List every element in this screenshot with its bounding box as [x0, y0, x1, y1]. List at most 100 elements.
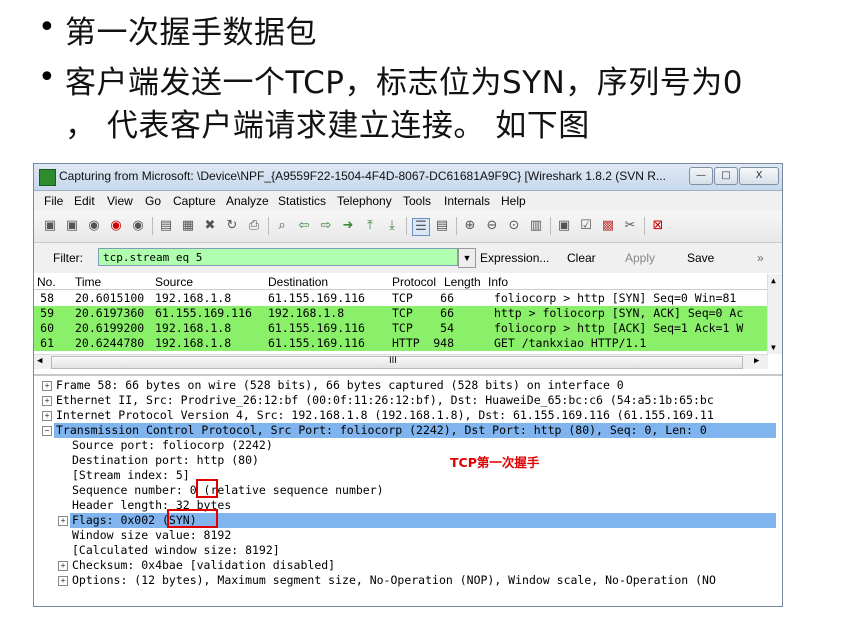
- save-button[interactable]: Save: [687, 251, 714, 265]
- detail-row[interactable]: − Transmission Control Protocol, Src Port…: [42, 423, 776, 438]
- menu-internals[interactable]: Internals: [444, 194, 490, 208]
- bullet-2-line-2: ， 代表客户端请求建立连接。 如下图: [65, 108, 590, 144]
- menu-view[interactable]: View: [107, 194, 133, 208]
- detail-row[interactable]: Header length: 32 bytes: [34, 498, 782, 513]
- packet-list-header: No. Time Source Destination Protocol Len…: [34, 274, 768, 290]
- column-no[interactable]: No.: [37, 275, 56, 289]
- normal-size-icon[interactable]: ⊙: [506, 218, 522, 234]
- menu-go[interactable]: Go: [145, 194, 161, 208]
- menu-file[interactable]: File: [44, 194, 63, 208]
- filter-dropdown-icon[interactable]: ▼: [458, 248, 476, 268]
- packet-cell-info: GET /tankxiao HTTP/1.1: [494, 336, 647, 350]
- packet-row[interactable]: 60 20.6199200 192.168.1.8 61.155.169.116 TCP…: [34, 321, 768, 336]
- capture-filters-icon[interactable]: ▣: [556, 218, 572, 234]
- interfaces-icon[interactable]: ▣: [42, 218, 58, 234]
- filter-input[interactable]: tcp.stream eq 5: [98, 248, 458, 266]
- menu-capture[interactable]: Capture: [173, 194, 216, 208]
- column-source[interactable]: Source: [155, 275, 193, 289]
- open-file-icon[interactable]: ▤: [158, 218, 174, 234]
- packet-row[interactable]: 59 20.6197360 61.155.169.116 192.168.1.8 TCP…: [34, 306, 768, 321]
- packet-cell-no: 61: [40, 336, 54, 350]
- go-to-packet-icon[interactable]: ➜: [340, 218, 356, 234]
- menu-help[interactable]: Help: [501, 194, 526, 208]
- preferences-icon[interactable]: ✂: [622, 218, 638, 234]
- reload-icon[interactable]: ↻: [224, 218, 240, 234]
- scroll-left-icon[interactable]: ◀: [37, 356, 42, 366]
- expand-icon[interactable]: +: [42, 396, 52, 406]
- menu-analyze[interactable]: Analyze: [226, 194, 269, 208]
- apply-button[interactable]: Apply: [625, 251, 655, 265]
- stop-capture-icon[interactable]: ◉: [108, 218, 124, 234]
- packet-cell-time: 20.6197360: [75, 306, 145, 320]
- find-packet-icon[interactable]: ⌕: [274, 218, 290, 234]
- minimize-button[interactable]: —: [689, 167, 713, 185]
- toolbar-separator: [406, 217, 407, 235]
- colorize-icon[interactable]: ☰: [412, 218, 430, 236]
- expand-icon[interactable]: +: [42, 411, 52, 421]
- scroll-right-icon[interactable]: ▶: [754, 356, 759, 366]
- go-forward-icon[interactable]: ⇨: [318, 218, 334, 234]
- zoom-in-icon[interactable]: ⊕: [462, 218, 478, 234]
- column-protocol[interactable]: Protocol: [392, 275, 436, 289]
- restart-capture-icon[interactable]: ◉: [130, 218, 146, 234]
- auto-scroll-icon[interactable]: ▤: [434, 218, 450, 234]
- detail-row[interactable]: Sequence number: 0 (relative sequence nu…: [34, 483, 782, 498]
- column-info[interactable]: Info: [488, 275, 508, 289]
- first-packet-icon[interactable]: ⤒: [362, 218, 378, 234]
- expand-icon[interactable]: +: [58, 576, 68, 586]
- display-filters-icon[interactable]: ☑: [578, 218, 594, 234]
- maximize-button[interactable]: □: [714, 167, 738, 185]
- expand-icon[interactable]: +: [58, 561, 68, 571]
- title-bar[interactable]: Capturing from Microsoft: \Device\NPF_{A…: [34, 164, 782, 191]
- detail-row[interactable]: + Internet Protocol Version 4, Src: 192.1…: [34, 408, 782, 423]
- bullet-1-text: 第一次握手数据包: [65, 15, 317, 51]
- resize-columns-icon[interactable]: ▥: [528, 218, 544, 234]
- detail-row[interactable]: Destination port: http (80): [34, 453, 782, 468]
- clear-button[interactable]: Clear: [567, 251, 596, 265]
- column-length[interactable]: Length: [444, 275, 481, 289]
- scroll-down-icon[interactable]: ▼: [771, 343, 776, 352]
- collapse-icon[interactable]: −: [42, 426, 52, 436]
- detail-row[interactable]: + Options: (12 bytes), Maximum segment si…: [34, 573, 782, 588]
- handshake-annotation: TCP第一次握手: [450, 455, 540, 470]
- packet-cell-proto: HTTP: [392, 336, 420, 350]
- packet-row[interactable]: 61 20.6244780 192.168.1.8 61.155.169.116 HTT…: [34, 336, 768, 351]
- last-packet-icon[interactable]: ⤓: [384, 218, 400, 234]
- detail-text: [Calculated window size: 8192]: [72, 543, 280, 557]
- detail-row[interactable]: + Frame 58: 66 bytes on wire (528 bits), …: [34, 378, 782, 393]
- coloring-rules-icon[interactable]: ▩: [600, 218, 616, 234]
- expand-icon[interactable]: +: [42, 381, 52, 391]
- column-time[interactable]: Time: [75, 275, 101, 289]
- more-chevron-icon[interactable]: »: [757, 251, 764, 265]
- save-file-icon[interactable]: ▦: [180, 218, 196, 234]
- menu-statistics[interactable]: Statistics: [278, 194, 326, 208]
- detail-text: Sequence number: 0 (relative sequence nu…: [72, 483, 384, 497]
- options-icon[interactable]: ▣: [64, 218, 80, 234]
- help-icon[interactable]: ⊠: [650, 218, 666, 234]
- detail-row[interactable]: Source port: foliocorp (2242): [34, 438, 782, 453]
- column-destination[interactable]: Destination: [268, 275, 328, 289]
- zoom-out-icon[interactable]: ⊖: [484, 218, 500, 234]
- close-file-icon[interactable]: ✖: [202, 218, 218, 234]
- go-back-icon[interactable]: ⇦: [296, 218, 312, 234]
- start-capture-icon[interactable]: ◉: [86, 218, 102, 234]
- menu-telephony[interactable]: Telephony: [337, 194, 392, 208]
- close-button[interactable]: X: [739, 167, 779, 185]
- expression-button[interactable]: Expression...: [480, 251, 549, 265]
- detail-row[interactable]: Window size value: 8192: [34, 528, 782, 543]
- menu-tools[interactable]: Tools: [403, 194, 431, 208]
- scroll-up-icon[interactable]: ▲: [771, 276, 776, 285]
- menu-edit[interactable]: Edit: [74, 194, 95, 208]
- detail-row[interactable]: + Checksum: 0x4bae [validation disabled]: [34, 558, 782, 573]
- detail-row[interactable]: + Ethernet II, Src: Prodrive_26:12:bf (00…: [34, 393, 782, 408]
- packet-list-hscrollbar[interactable]: ◀ III ▶: [34, 354, 768, 369]
- expand-icon[interactable]: +: [58, 516, 68, 526]
- packet-row[interactable]: 58 20.6015100 192.168.1.8 61.155.169.116 TCP…: [34, 291, 768, 306]
- print-icon[interactable]: ⎙: [246, 218, 262, 234]
- detail-row[interactable]: [Stream index: 5]: [34, 468, 782, 483]
- packet-cell-dst: 192.168.1.8: [268, 306, 345, 320]
- packet-list-vscrollbar[interactable]: ▲ ▼: [767, 274, 782, 354]
- window-title: Capturing from Microsoft: \Device\NPF_{A…: [59, 169, 666, 183]
- sequence-number-highlight: [196, 479, 218, 498]
- detail-row[interactable]: [Calculated window size: 8192]: [34, 543, 782, 558]
